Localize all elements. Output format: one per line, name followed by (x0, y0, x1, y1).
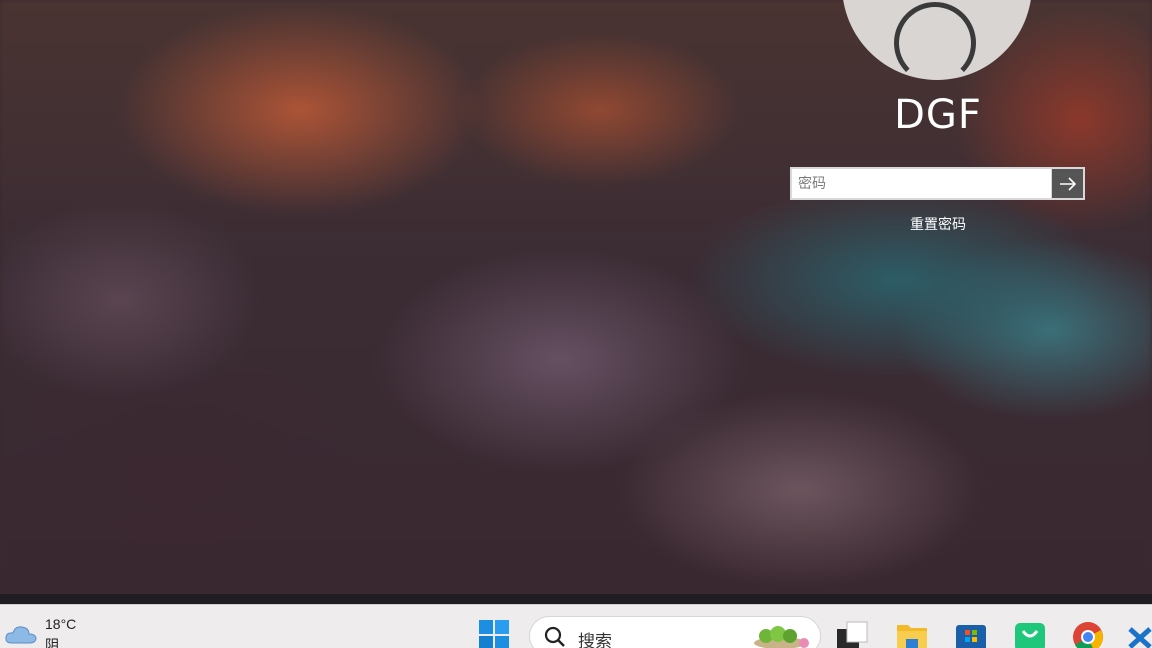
store-button[interactable] (955, 619, 987, 648)
search-label: 搜索 (578, 632, 612, 648)
search-box[interactable]: 搜索 (529, 616, 821, 648)
taskbar: 18°C 阴 搜索 (0, 604, 1152, 648)
cloud-icon (5, 626, 37, 644)
shopping-bag-icon (1015, 623, 1045, 648)
store-icon (956, 625, 986, 648)
search-icon (544, 626, 565, 647)
screen-edge (0, 594, 1152, 604)
chrome-button[interactable] (1072, 619, 1104, 648)
user-silhouette-icon (894, 2, 976, 80)
password-input[interactable] (792, 169, 1051, 198)
lock-screen: DGF 重置密码 18°C 阴 搜索 (0, 0, 1152, 648)
start-button[interactable] (478, 619, 510, 648)
blurred-wallpaper (0, 0, 1152, 596)
chrome-icon (1073, 622, 1103, 648)
file-explorer-button[interactable] (896, 619, 928, 648)
password-field (790, 167, 1085, 200)
search-highlight-icon (754, 626, 809, 648)
weather-widget[interactable]: 18°C 阴 (0, 605, 90, 648)
username-label: DGF (894, 92, 982, 138)
shopping-app-button[interactable] (1014, 619, 1046, 648)
reset-password-link[interactable]: 重置密码 (888, 214, 988, 234)
weather-condition: 阴 (45, 638, 59, 648)
folder-icon (897, 625, 927, 648)
weather-temperature: 18°C (45, 616, 77, 632)
vscode-icon (1128, 627, 1152, 648)
windows-logo-icon (479, 620, 509, 648)
task-view-button[interactable] (836, 619, 868, 648)
submit-button[interactable] (1051, 169, 1083, 198)
task-view-icon (837, 621, 868, 648)
vscode-button[interactable] (1128, 619, 1152, 648)
arrow-right-icon (1059, 176, 1076, 191)
